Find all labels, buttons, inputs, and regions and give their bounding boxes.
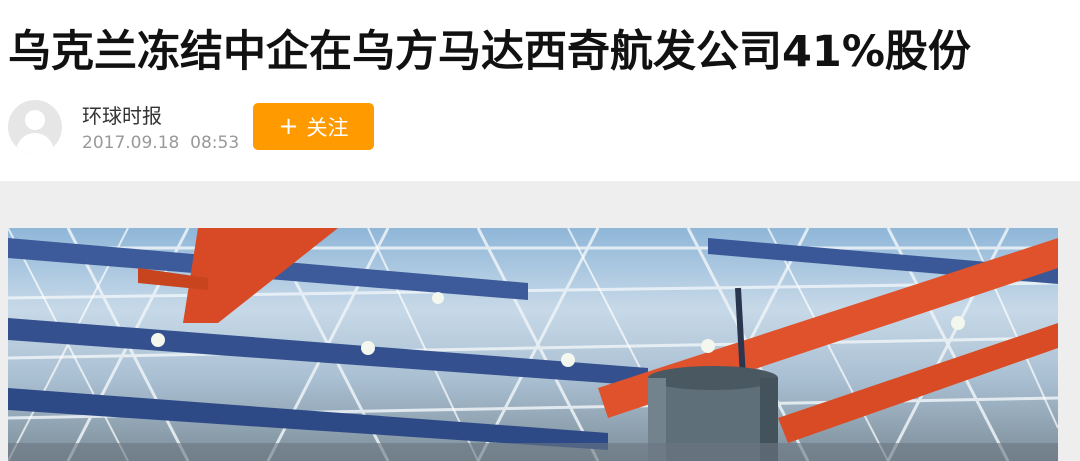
follow-button-label: 关注 bbox=[306, 115, 349, 140]
avatar-head-shape bbox=[25, 110, 45, 130]
author-name[interactable]: 环球时报 bbox=[82, 104, 162, 128]
author-row: 环球时报 2017.09.18 08:53 + 关注 bbox=[0, 96, 1080, 166]
author-avatar[interactable] bbox=[8, 100, 62, 154]
article-photo[interactable] bbox=[8, 228, 1058, 461]
avatar-body-shape bbox=[16, 133, 54, 154]
article-title: 乌克兰冻结中企在乌方马达西奇航发公司41%股份 bbox=[8, 27, 971, 77]
factory-hall-illustration bbox=[8, 228, 1058, 461]
publish-time: 2017.09.18 08:53 bbox=[82, 133, 240, 153]
follow-button[interactable]: + 关注 bbox=[253, 103, 374, 150]
plus-icon: + bbox=[278, 111, 299, 140]
